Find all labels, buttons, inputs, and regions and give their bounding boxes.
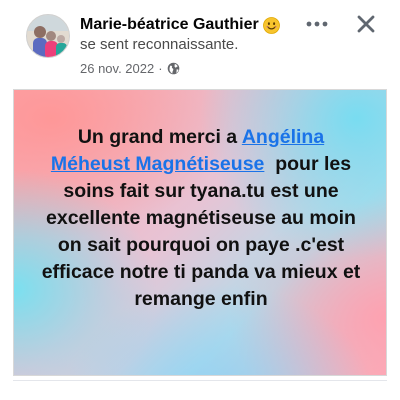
- post-meta: 26 nov. 2022 ·: [80, 59, 180, 77]
- more-options-icon[interactable]: [300, 10, 334, 38]
- facebook-post: Marie-béatrice Gauthier se sent reconnai…: [0, 0, 400, 400]
- author-avatar[interactable]: [26, 14, 70, 58]
- author-name[interactable]: Marie-béatrice Gauthier: [80, 16, 259, 34]
- card-message: Un grand merci a Angélina Méheust Magnéti…: [36, 124, 366, 313]
- divider: [13, 380, 387, 381]
- author-line: Marie-béatrice Gauthier: [80, 14, 280, 36]
- post-header: Marie-béatrice Gauthier se sent reconnai…: [0, 0, 400, 86]
- globe-icon[interactable]: [167, 62, 180, 75]
- mention-link-line1[interactable]: Angélina: [242, 126, 324, 148]
- smiling-face-emoji-icon: [262, 16, 280, 34]
- colored-text-card: Un grand merci a Angélina Méheust Magnéti…: [13, 89, 387, 376]
- close-icon[interactable]: [350, 8, 382, 40]
- card-text-before: Un grand merci a: [77, 126, 242, 148]
- feeling-status: se sent reconnaissante.: [80, 36, 239, 53]
- meta-separator: ·: [158, 60, 163, 76]
- post-date[interactable]: 26 nov. 2022: [80, 61, 154, 76]
- mention-link-line2[interactable]: Méheust Magnétiseuse: [51, 153, 264, 175]
- card-text-after: pour les soins fait sur tyana.tu est une…: [41, 153, 366, 310]
